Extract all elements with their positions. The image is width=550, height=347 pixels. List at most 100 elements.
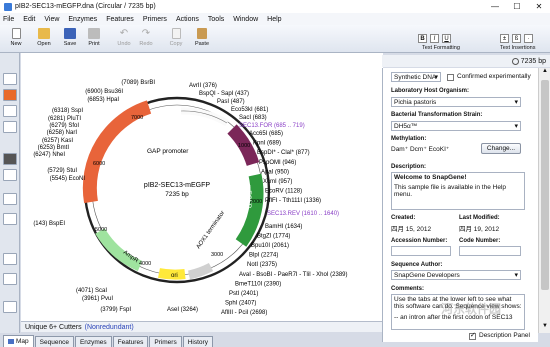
author-select[interactable]: SnapGene Developers	[391, 270, 521, 280]
description-panel-checkbox[interactable]	[469, 331, 476, 340]
site-right-4[interactable]: SacI (683)	[239, 115, 267, 121]
site-left-13[interactable]: (4071) ScaI	[76, 288, 107, 294]
site-right-22[interactable]: AflIII - PciI (2698)	[221, 310, 267, 316]
site-right-20[interactable]: PstI (2401)	[229, 291, 258, 297]
menu-tools[interactable]: Tools	[208, 16, 224, 23]
menu-file[interactable]: File	[3, 16, 14, 23]
menu-help[interactable]: Help	[267, 16, 281, 23]
plasmid-map[interactable]: GAP promoter SEC13 mEGFP AOX1 terminator…	[21, 53, 383, 321]
confirmed-checkbox[interactable]	[447, 74, 454, 81]
site-left-0[interactable]: (7089) BsrBI	[121, 80, 155, 86]
site-right-10[interactable]: XcmI (957)	[263, 179, 292, 185]
menu-actions[interactable]: Actions	[176, 16, 199, 23]
description-field[interactable]: Welcome to SnapGene! This sample file is…	[391, 172, 525, 210]
site-right-14[interactable]: BtgZI (1774)	[257, 233, 290, 239]
primer-sec13-for[interactable]: SEC13.FOR (685 .. 719)	[239, 123, 305, 129]
site-left-12[interactable]: (143) BspEI	[33, 221, 65, 227]
zoom-out-button[interactable]	[3, 253, 17, 265]
feature-aox1-terminator[interactable]	[187, 262, 214, 280]
site-left-10[interactable]: (5729) StuI	[47, 168, 77, 174]
site-right-3[interactable]: Eco53kI (681)	[231, 107, 268, 113]
copy-button[interactable]: Copy	[164, 28, 188, 52]
site-left-6[interactable]: (6258) NarI	[47, 130, 78, 136]
lab-host-select[interactable]: Pichia pastoris	[391, 97, 521, 107]
tab-map[interactable]: Map	[3, 335, 34, 347]
translation-button[interactable]	[3, 301, 17, 313]
site-right-0[interactable]: AvrII (376)	[189, 83, 217, 89]
primer-tool-button[interactable]	[3, 121, 17, 133]
panel-scrollbar[interactable]: ▲ ▼	[538, 68, 550, 333]
tab-enzymes[interactable]: Enzymes	[74, 336, 112, 347]
primer-sec13-rev[interactable]: SEC13.REV (1610 .. 1640)	[267, 211, 339, 217]
code-number-input[interactable]	[459, 246, 521, 256]
site-left-9[interactable]: (6247) NheI	[33, 152, 65, 158]
save-button[interactable]: Save	[58, 28, 82, 52]
site-left-4[interactable]: (6281) PluTI	[48, 116, 81, 122]
site-left-8[interactable]: (6253) BmtI	[38, 145, 70, 151]
scroll-up-icon[interactable]: ▲	[539, 68, 550, 78]
site-right-11[interactable]: EcoRV (1128)	[265, 189, 302, 195]
accession-input[interactable]	[391, 246, 451, 256]
scroll-down-icon[interactable]: ▼	[539, 323, 550, 333]
menu-window[interactable]: Window	[233, 16, 258, 23]
map-view[interactable]: GAP promoter SEC13 mEGFP AOX1 terminator…	[21, 53, 383, 321]
tab-history[interactable]: History	[182, 336, 213, 347]
zoom-in-button[interactable]	[3, 193, 17, 205]
insert-char-button[interactable]: ·	[524, 34, 533, 43]
zoom-slider[interactable]	[3, 213, 17, 225]
feature-phis4[interactable]	[82, 100, 152, 204]
insert-special-button[interactable]: ß	[512, 34, 521, 43]
site-right-6[interactable]: KpnI (689)	[253, 141, 281, 147]
site-right-8[interactable]: PspOMI (946)	[259, 160, 296, 166]
site-left-1[interactable]: (6900) Bsu36I	[85, 89, 123, 95]
cursor-tool-button[interactable]	[3, 73, 17, 85]
site-right-18[interactable]: AvaI - BsoBI - PaeR7I - TliI - XhoI (238…	[239, 272, 348, 278]
site-left-14[interactable]: (3961) PvuI	[82, 296, 113, 302]
site-right-16[interactable]: BlpI (2274)	[249, 253, 278, 259]
print-button[interactable]: Print	[82, 28, 106, 52]
italic-button[interactable]: I	[430, 34, 439, 43]
tab-sequence[interactable]: Sequence	[34, 336, 74, 347]
ruler-button[interactable]	[3, 273, 17, 285]
site-left-2[interactable]: (6853) HpaI	[87, 97, 119, 103]
close-button[interactable]: ✕	[528, 0, 550, 13]
underline-button[interactable]: U	[442, 34, 451, 43]
undo-button[interactable]: ↶ Undo	[112, 28, 136, 52]
enzyme-set-label[interactable]: Unique 6+ Cutters	[25, 324, 82, 331]
tab-primers[interactable]: Primers	[149, 336, 182, 347]
open-button[interactable]: Open	[32, 28, 56, 52]
feature-tool-button[interactable]	[3, 105, 17, 117]
redo-button[interactable]: ↷ Redo	[134, 28, 158, 52]
site-left-7[interactable]: (6257) KasI	[42, 138, 73, 144]
new-button[interactable]: New	[4, 28, 28, 52]
minimize-button[interactable]: —	[484, 0, 506, 13]
menu-edit[interactable]: Edit	[23, 16, 35, 23]
site-left-16[interactable]: AseI (3264)	[167, 307, 198, 313]
site-left-3[interactable]: (6318) SspI	[52, 108, 83, 114]
menu-enzymes[interactable]: Enzymes	[68, 16, 97, 23]
strain-select[interactable]: DH5α™	[391, 121, 521, 131]
menu-view[interactable]: View	[44, 16, 59, 23]
site-right-9[interactable]: ApaI (950)	[261, 169, 289, 175]
linear-view-button[interactable]	[3, 153, 17, 165]
enzyme-tool-button[interactable]	[3, 89, 17, 101]
menu-primers[interactable]: Primers	[143, 16, 167, 23]
site-right-2[interactable]: PasI (487)	[217, 99, 245, 105]
site-right-5[interactable]: Acc65I (685)	[249, 131, 283, 137]
scroll-thumb[interactable]	[541, 80, 549, 290]
maximize-button[interactable]: ☐	[506, 0, 528, 13]
circular-view-button[interactable]	[3, 169, 17, 181]
site-right-15[interactable]: Bpu10I (2061)	[251, 243, 289, 249]
site-right-1[interactable]: BspQI - SapI (437)	[199, 91, 249, 97]
tab-features[interactable]: Features	[112, 336, 149, 347]
feature-gap-promoter[interactable]	[180, 107, 229, 127]
nonredundant-link[interactable]: (Nonredundant)	[85, 324, 134, 331]
bold-button[interactable]: B	[418, 34, 427, 43]
menu-features[interactable]: Features	[106, 16, 134, 23]
site-left-11[interactable]: (5545) EcoNI	[50, 176, 86, 182]
site-right-17[interactable]: NotI (2375)	[247, 262, 277, 268]
site-right-12[interactable]: PflFI - Tth111I (1336)	[265, 198, 321, 204]
site-right-13[interactable]: BamHI (1634)	[265, 224, 302, 230]
site-right-19[interactable]: BmeT110I (2390)	[235, 281, 281, 287]
site-left-5[interactable]: (6279) SfoI	[49, 123, 79, 129]
